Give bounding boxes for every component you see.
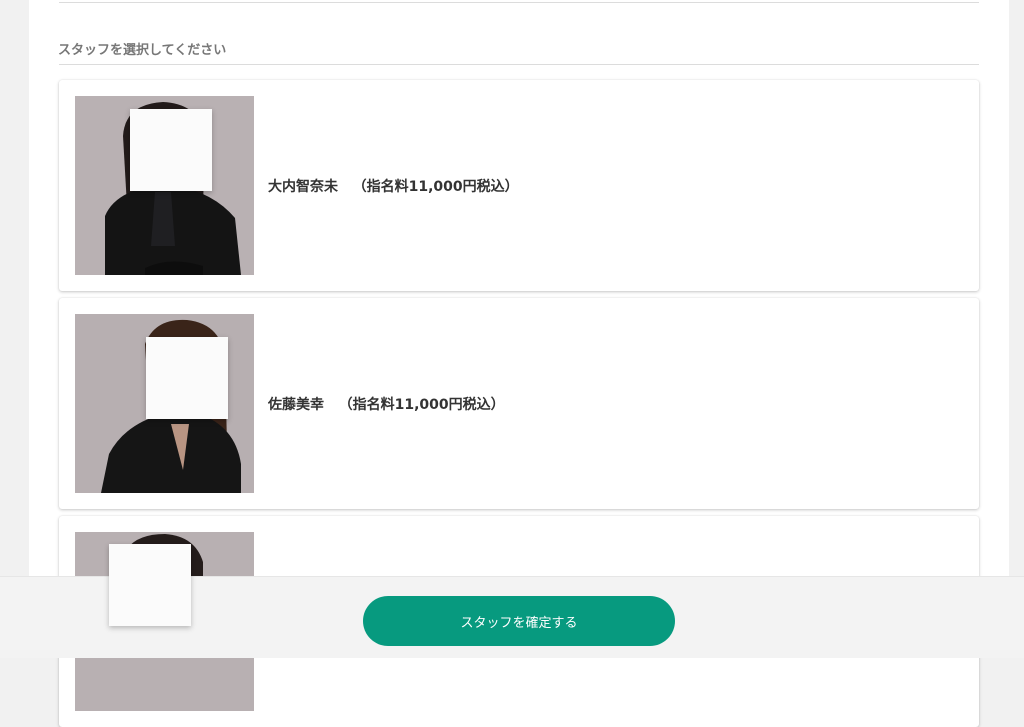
staff-name-text: 大内智奈未	[268, 178, 338, 195]
staff-card[interactable]: 大内智奈未 （指名料11,000円税込）	[59, 80, 979, 291]
staff-fee-text: （指名料11,000円税込）	[338, 396, 505, 413]
divider	[59, 2, 979, 3]
face-mask	[130, 109, 212, 191]
confirm-staff-button[interactable]: スタッフを確定する	[363, 596, 675, 646]
staff-fee-text: （指名料11,000円税込）	[352, 178, 519, 195]
section-title: スタッフを選択してください	[58, 43, 227, 58]
divider	[59, 64, 979, 65]
face-mask	[146, 337, 228, 419]
staff-name: 佐藤美幸 （指名料11,000円税込）	[268, 394, 505, 414]
staff-name-text: 佐藤美幸	[268, 396, 324, 413]
staff-name: 大内智奈未 （指名料11,000円税込）	[268, 176, 519, 196]
staff-card[interactable]: 佐藤美幸 （指名料11,000円税込）	[59, 298, 979, 509]
face-mask	[109, 544, 191, 626]
